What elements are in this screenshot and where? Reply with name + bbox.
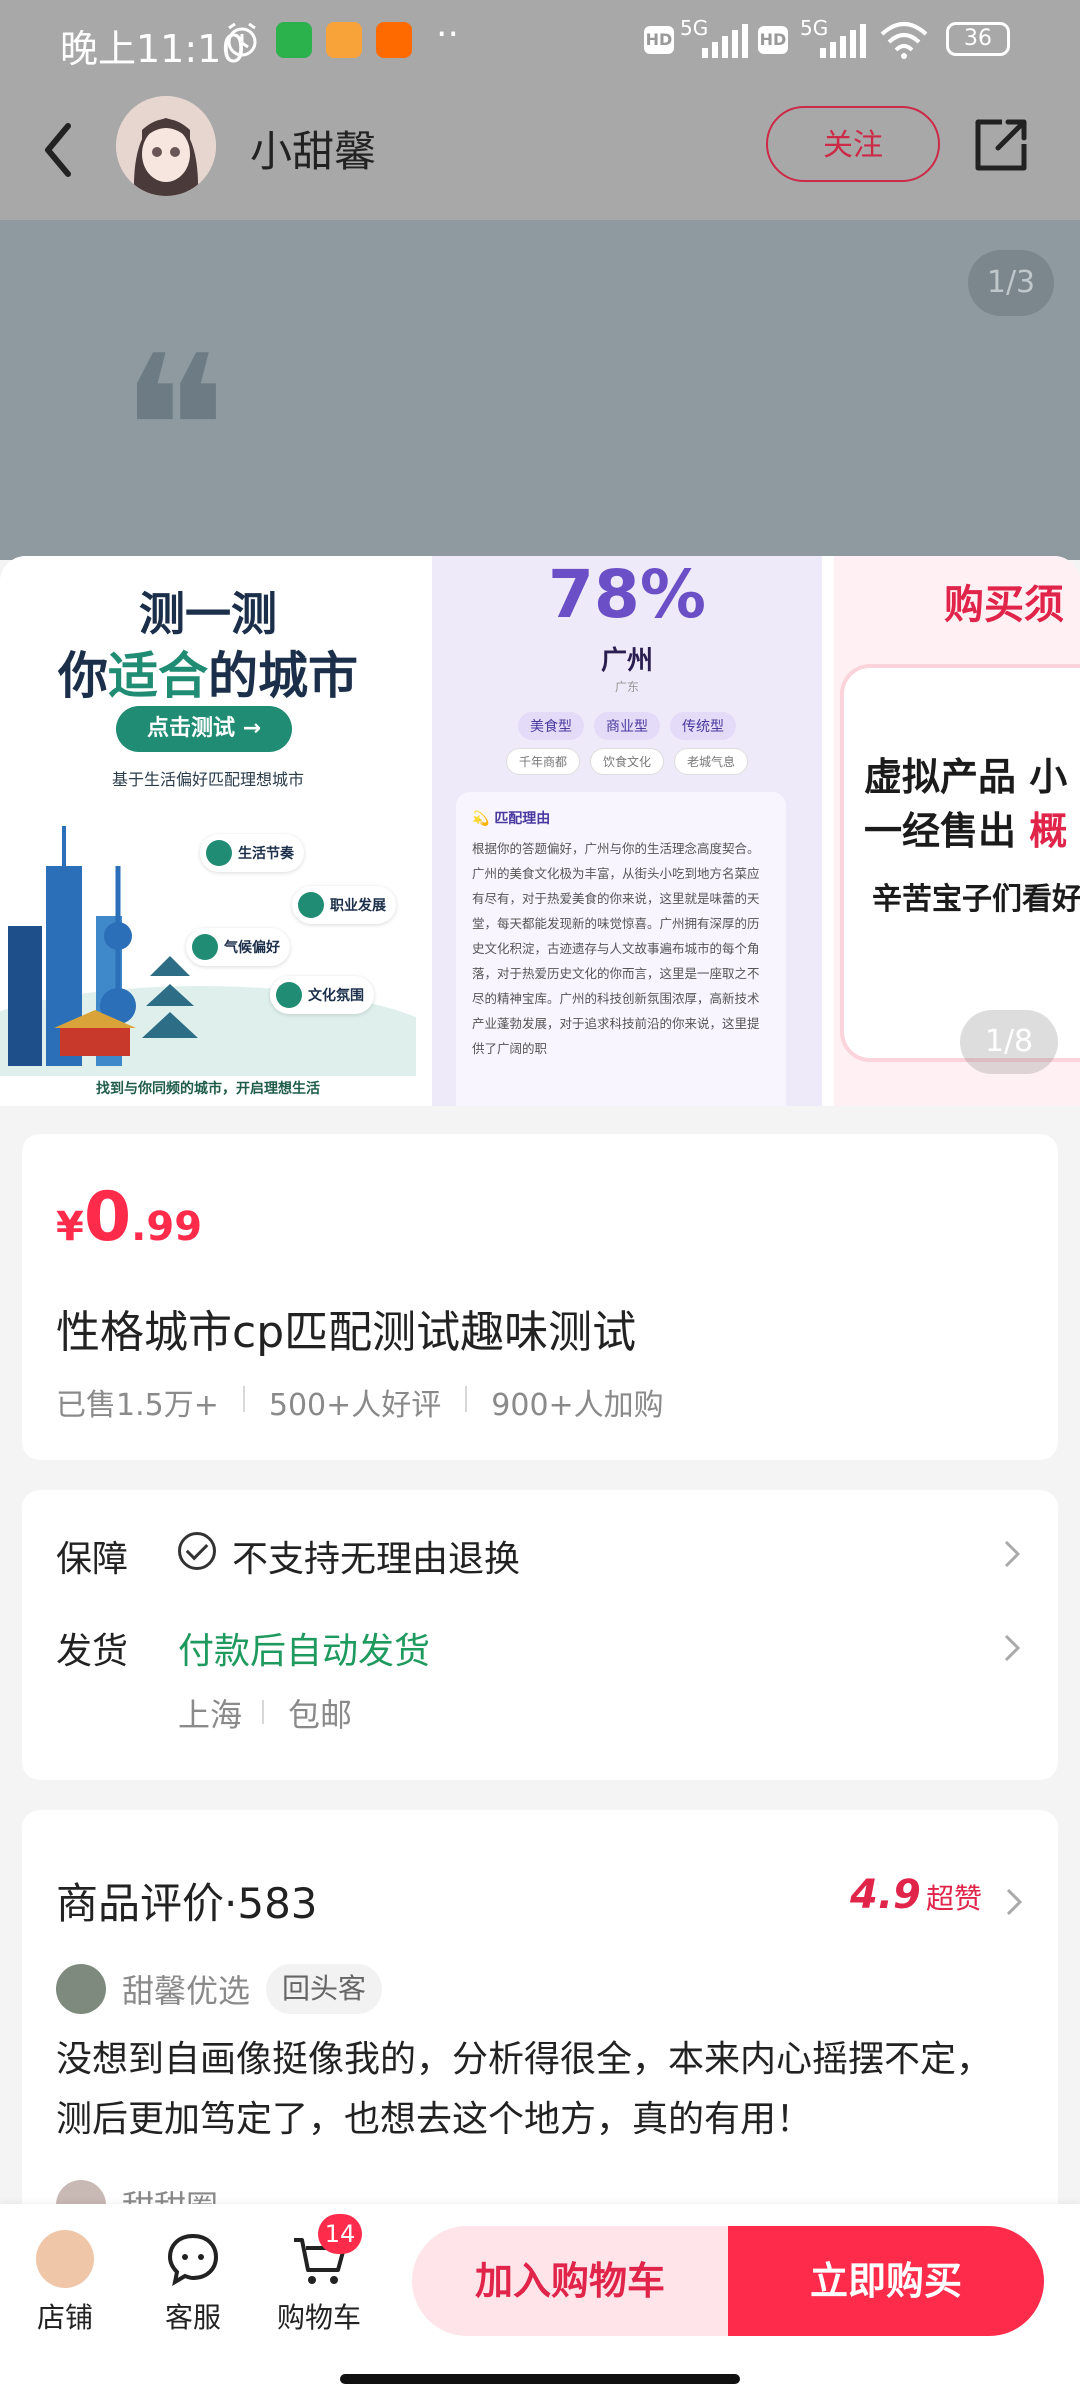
image-carousel[interactable]: 测一测 你适合的城市 点击测试 → 基于生活偏好匹配理想城市 生活节奏 职业发展… <box>0 556 1080 1106</box>
match-reason-heading: 💫 匹配理由 <box>472 811 551 827</box>
shop-tab-label: 店铺 <box>36 2301 93 2334</box>
reviews-score[interactable]: 4.9 超赞 <box>850 1872 982 1918</box>
shipping-value: 付款后自动发货 <box>178 1631 431 1672</box>
quote-icon: ❝ <box>120 313 228 546</box>
hd-icon-2: HD <box>758 26 788 54</box>
repeat-customer-badge: 回头客 <box>266 1964 383 2014</box>
shop-avatar[interactable] <box>116 96 216 196</box>
cart-label: 购物车 <box>276 2301 361 2334</box>
chevron-right-icon-3[interactable] <box>1004 1886 1024 1918</box>
mi-icon <box>376 22 412 58</box>
back-button[interactable] <box>30 110 90 190</box>
reviews-title[interactable]: 商品评价·583 <box>56 1870 318 1931</box>
match-province: 广东 <box>614 680 639 694</box>
shipping-label: 发货 <box>56 1631 129 1672</box>
add-to-cart-button[interactable]: 加入购物车 <box>412 2226 728 2336</box>
reviewer-name: 甜馨优选 <box>122 1972 251 2010</box>
avatar-illustration <box>116 96 216 196</box>
product-info-card: ¥0.99 性格城市cp匹配测试趣味测试 已售1.5万+ 500+人好评 900… <box>22 1134 1058 1460</box>
match-reason-card: 💫 匹配理由 根据你的答题偏好，广州与你的生活理念高度契合。广州的美食文化极为丰… <box>456 792 786 1106</box>
bottom-action-bar: 店铺 客服 购物车 14 加入购物车 立即购买 <box>0 2204 1080 2400</box>
slide3-line3: 辛苦宝子们看好 <box>872 882 1080 917</box>
product-stats: 已售1.5万+ 500+人好评 900+人加购 <box>56 1380 664 1424</box>
price: ¥0.99 <box>56 1178 202 1257</box>
match-city: 广州 <box>600 646 653 676</box>
match-tags-row2: 千年商都 饮食文化 老城气息 <box>432 748 822 775</box>
carousel-slide-2[interactable]: 78% 广州 广东 美食型 商业型 传统型 千年商都 饮食文化 老城气息 💫 匹配理由 … <box>432 556 822 1106</box>
tag-career: 职业发展 <box>292 886 396 924</box>
price-integer: 0 <box>83 1178 132 1257</box>
alarm-icon <box>227 22 257 57</box>
app-notification-icon <box>326 22 362 58</box>
status-time: 晚上11:10 <box>60 27 246 71</box>
slide1-title-pre: 你 <box>58 647 108 705</box>
match-percent: 78% <box>548 556 706 633</box>
signal-icon-2 <box>820 24 866 58</box>
carousel-slide-1[interactable]: 测一测 你适合的城市 点击测试 → 基于生活偏好匹配理想城市 生活节奏 职业发展… <box>0 556 416 1106</box>
sold-count: 已售1.5万+ <box>56 1388 219 1423</box>
page-indicator: 1/3 <box>968 250 1054 316</box>
tag-culture: 文化氛围 <box>270 976 374 1014</box>
review-text: 没想到自画像挺像我的，分析得很全，本来内心摇摆不定，测后更加笃定了，也想去这个地… <box>56 2039 993 2140</box>
chat-icon <box>167 2233 219 2287</box>
shop-name[interactable]: 小甜馨 <box>250 118 376 179</box>
cart-count-badge: 14 <box>318 2214 362 2254</box>
slide3-card <box>844 668 1080 1058</box>
slide1-title-line2: 你适合的城市 <box>0 636 416 708</box>
slide1-cta: 点击测试 → <box>116 706 292 752</box>
signal-icon <box>702 24 748 58</box>
slide3-line2: 一经售出 概 <box>864 809 1068 853</box>
slide1-footer: 找到与你同频的城市，开启理想生活 <box>96 1081 320 1097</box>
shop-tab[interactable]: 店铺 <box>10 2230 120 2336</box>
slide1-title-post: 的城市 <box>208 647 358 705</box>
chevron-right-icon-2 <box>1004 1634 1021 1662</box>
reviewer-avatar <box>56 1964 106 2014</box>
ship-origin: 上海 <box>178 1696 243 1734</box>
price-decimal: .99 <box>131 1204 203 1250</box>
battery-icon: 36 <box>946 22 1010 56</box>
wifi-icon <box>880 22 928 59</box>
guarantee-label: 保障 <box>56 1539 129 1580</box>
tag-lifestyle: 生活节奏 <box>200 834 304 872</box>
tag-climate: 气候偏好 <box>186 928 290 966</box>
check-circle-icon <box>178 1532 216 1570</box>
image-counter: 1/8 <box>960 1010 1058 1074</box>
hd-icon: HD <box>644 26 674 54</box>
status-bar: 晚上11:10 ·· HD 5G HD 5G 36 <box>0 0 1080 80</box>
more-notifications-icon: ·· <box>436 14 459 55</box>
share-icon[interactable] <box>972 116 1030 174</box>
slide1-title-highlight: 适合 <box>108 647 208 705</box>
match-tags-row1: 美食型 商业型 传统型 <box>432 712 822 740</box>
shop-header: 小甜馨 关注 <box>0 80 1080 220</box>
divider <box>262 1700 264 1724</box>
product-title: 性格城市cp匹配测试趣味测试 <box>56 1307 637 1358</box>
home-indicator[interactable] <box>340 2374 740 2384</box>
score-label: 超赞 <box>925 1882 982 1915</box>
slide3-line1: 虚拟产品 小 <box>864 755 1068 799</box>
customer-service-tab[interactable]: 客服 <box>138 2230 248 2336</box>
guarantee-value: 不支持无理由退换 <box>232 1539 521 1580</box>
wechat-icon <box>276 22 312 58</box>
customer-service-label: 客服 <box>164 2301 221 2334</box>
add-cart-count: 900+人加购 <box>491 1388 664 1423</box>
follow-button[interactable]: 关注 <box>766 106 940 182</box>
match-reason-body: 根据你的答题偏好，广州与你的生活理念高度契合。广州的美食文化极为丰富，从街头小吃… <box>472 841 760 1056</box>
slide1-title-line1: 测一测 <box>139 587 277 641</box>
good-review-count: 500+人好评 <box>268 1388 442 1423</box>
price-currency: ¥ <box>56 1204 84 1250</box>
battery-level: 36 <box>964 26 992 51</box>
reviews-card: 商品评价·583 4.9 超赞 甜馨优选 回头客 没想到自画像挺像我的，分析得很… <box>22 1810 1058 2270</box>
slide3-title: 购买须 <box>944 582 1064 628</box>
chevron-right-icon <box>1004 1540 1021 1568</box>
score-number: 4.9 <box>850 1872 921 1918</box>
service-card: 保障 不支持无理由退换 发货 付款后自动发货 上海 包邮 <box>22 1490 1058 1780</box>
slide1-subtitle: 基于生活偏好匹配理想城市 <box>111 770 304 789</box>
postage: 包邮 <box>288 1696 353 1734</box>
buy-now-button[interactable]: 立即购买 <box>728 2226 1044 2336</box>
shop-avatar-icon <box>36 2230 94 2288</box>
